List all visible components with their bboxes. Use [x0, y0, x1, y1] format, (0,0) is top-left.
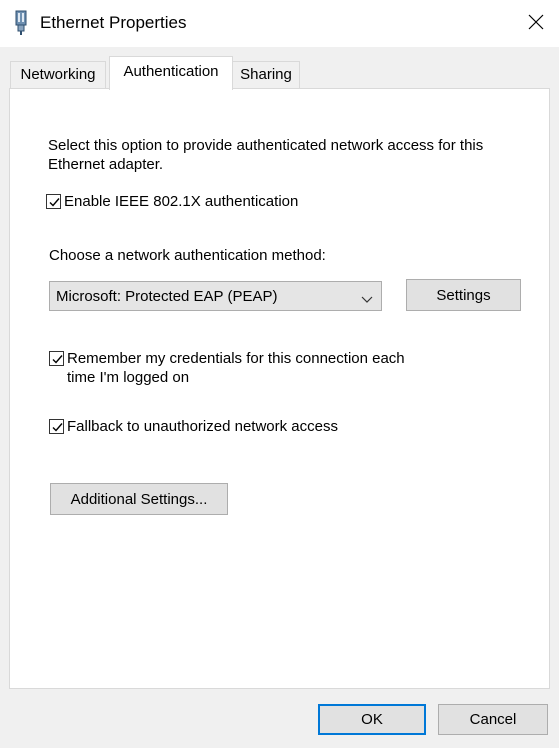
checkmark-icon [52, 423, 63, 432]
settings-button-label: Settings [436, 286, 491, 304]
tab-networking-label: Networking [20, 66, 96, 83]
additional-settings-button-label: Additional Settings... [70, 490, 208, 508]
enable-8021x-checkbox[interactable] [46, 194, 61, 209]
settings-button[interactable]: Settings [406, 279, 521, 311]
remember-credentials-checkbox[interactable] [49, 351, 64, 366]
cancel-button[interactable]: Cancel [438, 704, 548, 735]
ok-button-label: OK [361, 711, 383, 728]
title-bar: Ethernet Properties [0, 0, 559, 47]
fallback-label: Fallback to unauthorized network access [67, 418, 338, 435]
checkmark-icon [52, 355, 63, 364]
authentication-method-value: Microsoft: Protected EAP (PEAP) [56, 287, 278, 305]
ok-button[interactable]: OK [318, 704, 426, 735]
close-button[interactable] [513, 0, 559, 47]
cancel-button-label: Cancel [469, 711, 517, 728]
authentication-panel: Select this option to provide authentica… [9, 88, 550, 689]
close-icon [528, 14, 544, 34]
fallback-checkbox[interactable] [49, 419, 64, 434]
checkmark-icon [49, 198, 60, 207]
enable-8021x-checkbox-row[interactable]: Enable IEEE 802.1X authentication [46, 192, 298, 211]
method-label: Choose a network authentication method: [49, 247, 326, 264]
tab-sharing-label: Sharing [240, 66, 292, 83]
enable-8021x-label: Enable IEEE 802.1X authentication [64, 193, 299, 210]
tab-sharing[interactable]: Sharing [232, 61, 300, 88]
network-adapter-icon [13, 10, 29, 36]
remember-credentials-checkbox-row[interactable]: Remember my credentials for this connect… [49, 349, 469, 387]
tab-authentication[interactable]: Authentication [109, 56, 233, 90]
tab-authentication-label: Authentication [123, 63, 219, 80]
window-title: Ethernet Properties [40, 13, 187, 32]
description-text: Select this option to provide authentica… [48, 137, 484, 173]
remember-credentials-label: Remember my credentials for this connect… [67, 350, 405, 386]
additional-settings-button[interactable]: Additional Settings... [50, 483, 228, 515]
tab-networking[interactable]: Networking [10, 61, 106, 88]
authentication-method-select[interactable]: Microsoft: Protected EAP (PEAP) [49, 281, 382, 311]
fallback-checkbox-row[interactable]: Fallback to unauthorized network access [49, 417, 338, 436]
chevron-down-icon [361, 291, 373, 308]
